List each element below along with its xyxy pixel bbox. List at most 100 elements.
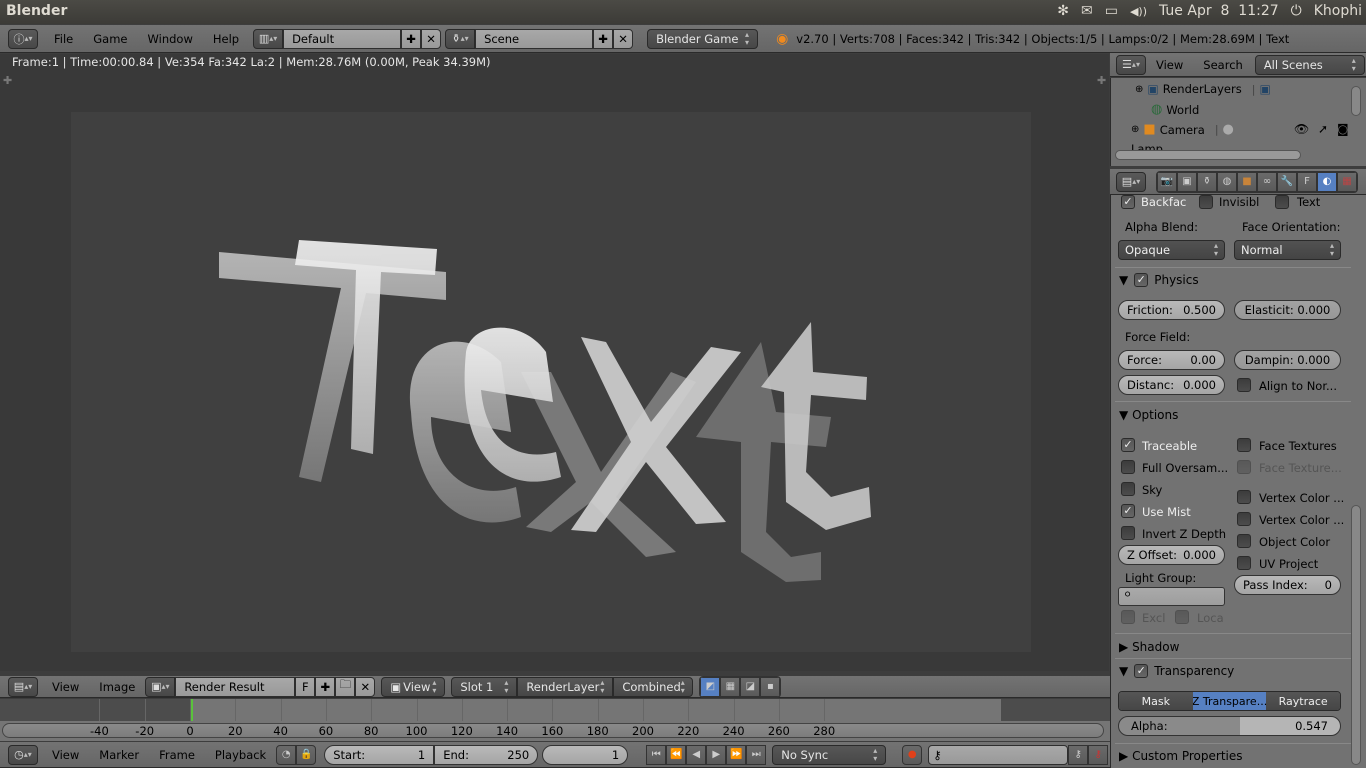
scene-tab-icon[interactable]: ⚱ [1197,171,1217,192]
mode-z-transparency-button[interactable]: Z Transpare... [1192,692,1267,710]
region-expand-icon-right[interactable]: ✚ [1097,74,1106,87]
font-data-tab-icon[interactable]: F [1297,171,1317,192]
region-expand-icon[interactable]: ✚ [3,74,12,87]
properties-scrollbar[interactable] [1351,505,1361,765]
shadow-panel-header[interactable]: ▶ Shadow [1119,636,1351,658]
render-layer-select[interactable]: RenderLayer ▴ ▾ [517,676,614,697]
end-frame-field[interactable]: End: 250 [434,744,539,765]
use-mist-checkbox[interactable]: ✓ [1121,504,1135,518]
modifiers-tab-icon[interactable]: 🔧 [1277,171,1297,192]
damping-slider[interactable]: Dampin: 0.000 [1234,350,1341,370]
view-mode-select[interactable]: ▣ View ▴ ▾ [381,676,446,697]
jump-end-icon[interactable]: ⏭ [746,744,767,765]
traceable-checkbox[interactable]: ✓ [1121,438,1135,452]
open-image-icon[interactable]: 🗀 [335,676,356,697]
slot-select[interactable]: Slot 1 ▴ ▾ [451,676,518,697]
image-menu-view[interactable]: View [42,680,89,694]
mode-raytrace-button[interactable]: Raytrace [1266,692,1340,710]
invisible-checkbox[interactable] [1199,195,1213,209]
jump-prev-keyframe-icon[interactable]: ⏪ [666,744,687,765]
screen-layout-icon[interactable]: ▥ ▴▾ [253,28,284,49]
full-oversampling-checkbox[interactable] [1121,460,1135,474]
align-to-normal-checkbox[interactable] [1237,378,1251,392]
physics-panel-header[interactable]: ▼ ✓ Physics [1119,269,1351,291]
render-engine-select[interactable]: Blender Game ▴ ▾ [647,28,759,49]
render-camera-icon[interactable]: ◙ [1337,122,1349,136]
menu-file[interactable]: File [44,32,83,46]
fake-user-button[interactable]: F [295,676,316,697]
editor-type-outliner-button[interactable]: ☰ ▴▾ [1116,54,1146,75]
editor-type-timeline-button[interactable]: ◷ ▴▾ [8,744,38,765]
timeline-menu-marker[interactable]: Marker [89,748,149,762]
constraints-tab-icon[interactable]: ∞ [1257,171,1277,192]
outliner-horizontal-scrollbar[interactable] [1115,150,1301,160]
outliner-vertical-scrollbar[interactable] [1351,86,1361,116]
jump-start-icon[interactable]: ⏮ [646,744,667,765]
light-group-field[interactable]: ⚪ [1118,587,1225,606]
outliner-item[interactable]: Lamp [1131,142,1163,150]
loca-checkbox[interactable] [1175,610,1189,624]
play-icon[interactable]: ▶ [706,744,727,765]
expand-icon[interactable]: ⊕ [1135,84,1143,95]
pass-index-field[interactable]: Pass Index: 0 [1234,575,1341,595]
outliner-item[interactable]: ⊕ ▣ RenderLayers | ▣ [1135,82,1271,96]
sync-mode-select[interactable]: No Sync ▴ ▾ [772,744,887,765]
user-name[interactable]: Khophi [1314,3,1362,19]
delete-scene-button[interactable]: ✕ [613,28,634,49]
outliner-filter-select[interactable]: All Scenes ▴ ▾ [1254,54,1365,75]
alpha-slider[interactable]: Alpha: 0.547 [1118,716,1341,736]
outliner-item[interactable]: ◍ World [1151,102,1199,117]
lock-icon[interactable]: 🔒 [296,744,317,765]
menu-window[interactable]: Window [138,32,203,46]
expand-icon[interactable]: ⊕ [1131,124,1139,135]
editor-type-properties-button[interactable]: ▤ ▴▾ [1116,171,1146,192]
timeline[interactable]: -40 -20 0 20 40 60 80 100 120 140 160 180 200 220 240 2… [0,699,1110,741]
editor-type-image-button[interactable]: ▤ ▴▾ [8,676,38,697]
z-buffer-icon[interactable]: ▪ [760,676,781,697]
options-panel-header[interactable]: ▼ Options [1119,404,1351,426]
scene-icon[interactable]: ⚱ ▴▾ [445,28,476,49]
vertex-color-paint-checkbox[interactable] [1237,490,1251,504]
force-field[interactable]: Force: 0.00 [1118,350,1225,370]
render-layers-tab-icon[interactable]: ▣ [1177,171,1197,192]
color-alpha-icon[interactable]: ◩ [700,676,721,697]
image-menu-image[interactable]: Image [89,680,145,694]
play-reverse-icon[interactable]: ◀ [686,744,707,765]
alpha-only-icon[interactable]: ◪ [740,676,761,697]
clock[interactable]: Tue Apr 8 11:27 [1159,3,1279,19]
power-icon[interactable]: ⏻ [1291,3,1302,19]
current-frame-field[interactable]: 1 [542,744,629,765]
text-checkbox[interactable] [1275,195,1289,209]
menu-help[interactable]: Help [203,32,249,46]
object-tab-icon[interactable]: ■ [1237,171,1257,192]
checker-alpha-icon[interactable]: ▦ [720,676,741,697]
jump-next-keyframe-icon[interactable]: ⏩ [726,744,747,765]
transparency-panel-header[interactable]: ▼ ✓ Transparency [1119,660,1351,682]
material-tab-icon[interactable]: ◐ [1317,171,1337,192]
visibility-eye-icon[interactable]: 👁 [1294,122,1309,136]
mode-mask-button[interactable]: Mask [1119,692,1193,710]
bluetooth-icon[interactable]: ✻ [1057,3,1069,19]
insert-keyframe-icon[interactable]: ⚷ [1068,744,1089,765]
select-arrow-icon[interactable]: ➚ [1318,122,1328,136]
start-frame-field[interactable]: Start: 1 [324,744,435,765]
delete-screen-button[interactable]: ✕ [421,28,442,49]
vertex-color-light-checkbox[interactable] [1237,512,1251,526]
keying-set-field[interactable]: ⚷ [928,744,1069,765]
image-browse-icon[interactable]: ▣ ▴▾ [145,676,176,697]
excl-checkbox[interactable] [1121,610,1135,624]
record-icon[interactable]: ● [902,744,923,765]
preview-range-icon[interactable]: ◔ [276,744,297,765]
mail-icon[interactable]: ✉ [1081,3,1093,19]
custom-properties-panel-header[interactable]: ▶ Custom Properties [1119,745,1351,767]
screen-layout-field[interactable]: Default [283,28,402,49]
menu-game[interactable]: Game [83,32,137,46]
texture-tab-icon[interactable]: ▦ [1337,171,1357,192]
transparency-enable-checkbox[interactable]: ✓ [1134,664,1149,678]
timeline-menu-frame[interactable]: Frame [149,748,205,762]
world-tab-icon[interactable]: ◍ [1217,171,1237,192]
outliner-menu-search[interactable]: Search [1193,58,1253,72]
timeline-menu-playback[interactable]: Playback [205,748,276,762]
image-name-field[interactable]: Render Result [175,676,296,697]
face-texture-alpha-checkbox[interactable] [1237,460,1251,474]
